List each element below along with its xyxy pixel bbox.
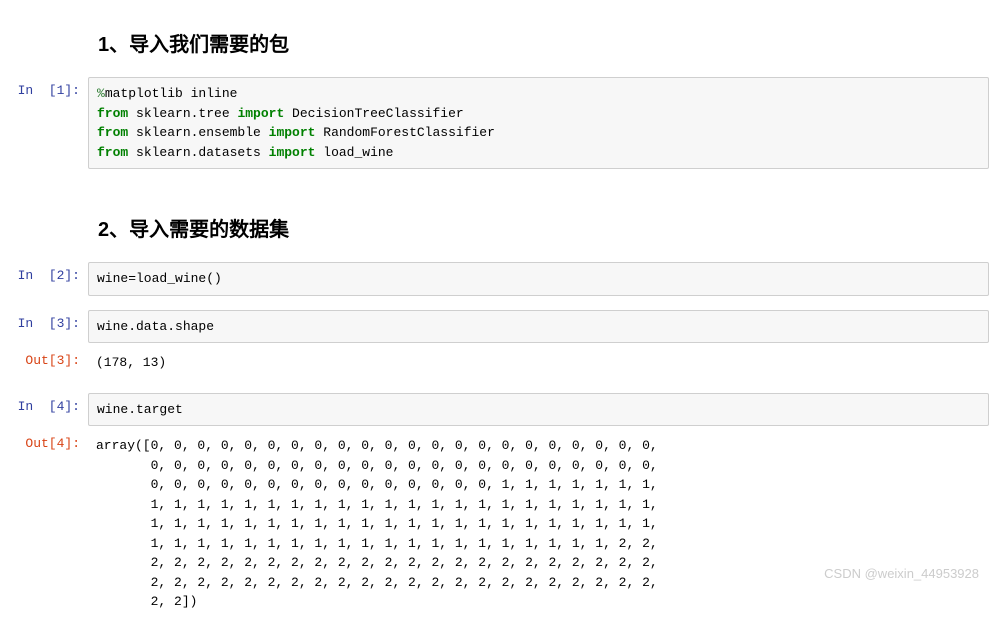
input-cell-2: In [2]: wine=load_wine() [0, 260, 989, 298]
section-heading-2: 2、导入需要的数据集 [98, 213, 989, 242]
prompt-out-3: Out[3]: [0, 347, 88, 374]
output-text-4: array([0, 0, 0, 0, 0, 0, 0, 0, 0, 0, 0, … [88, 430, 989, 618]
section-heading-1: 1、导入我们需要的包 [98, 28, 989, 57]
prompt-in-1: In [1]: [0, 77, 88, 104]
watermark: CSDN @weixin_44953928 [824, 566, 979, 581]
notebook: 1、导入我们需要的包 In [1]: %matplotlib inline fr… [0, 0, 989, 620]
input-cell-1: In [1]: %matplotlib inline from sklearn.… [0, 75, 989, 171]
code-input-4[interactable]: wine.target [88, 393, 989, 427]
prompt-in-4: In [4]: [0, 393, 88, 420]
prompt-in-3: In [3]: [0, 310, 88, 337]
output-cell-4: Out[4]: array([0, 0, 0, 0, 0, 0, 0, 0, 0… [0, 428, 989, 620]
input-cell-4: In [4]: wine.target [0, 391, 989, 429]
code-input-1[interactable]: %matplotlib inline from sklearn.tree imp… [88, 77, 989, 169]
prompt-out-4: Out[4]: [0, 430, 88, 457]
input-cell-3: In [3]: wine.data.shape [0, 308, 989, 346]
code-input-3[interactable]: wine.data.shape [88, 310, 989, 344]
prompt-in-2: In [2]: [0, 262, 88, 289]
output-cell-3: Out[3]: (178, 13) [0, 345, 989, 381]
code-input-2[interactable]: wine=load_wine() [88, 262, 989, 296]
output-text-3: (178, 13) [88, 347, 989, 379]
